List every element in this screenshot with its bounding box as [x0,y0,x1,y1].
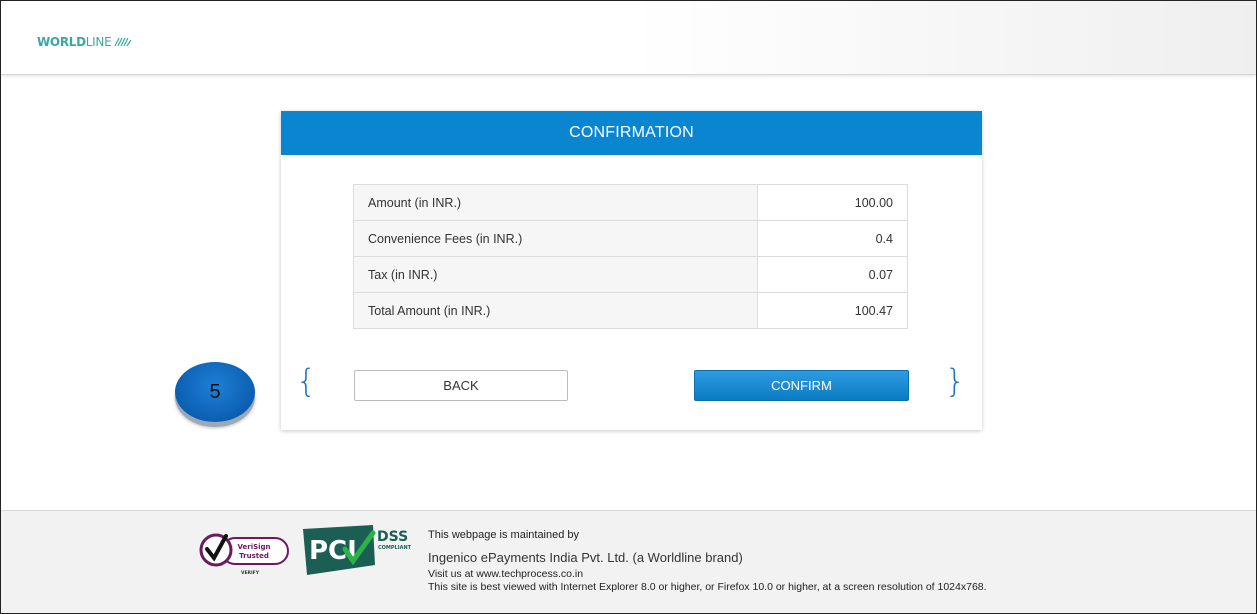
pci-dss-compliant-icon[interactable]: PCI DSS COMPLIANT [301,525,419,577]
back-button[interactable]: BACK [354,370,568,401]
worldline-wave-icon [114,37,132,47]
tax-label: Tax (in INR.) [353,256,758,293]
compliant-text: COMPLIANT [378,545,412,551]
total-amount-value: 100.47 [757,292,908,329]
left-brace-annotation: { [296,362,317,400]
right-brace-annotation: } [945,362,966,400]
amount-value: 100.00 [757,184,908,221]
verisign-line3: VERIFY [241,570,260,576]
footer-info: This webpage is maintained by Ingenico e… [428,527,987,594]
card-title: CONFIRMATION [281,111,982,155]
table-row: Amount (in INR.) 100.00 [353,184,908,221]
payment-summary-table: Amount (in INR.) 100.00 Convenience Fees… [353,184,908,329]
company-name: Ingenico ePayments India Pvt. Ltd. (a Wo… [428,550,743,565]
maintained-by-text: This webpage is maintained by [428,529,580,541]
table-row: Tax (in INR.) 0.07 [353,256,908,293]
table-row: Convenience Fees (in INR.) 0.4 [353,220,908,257]
browser-recommendation: This site is best viewed with Internet E… [428,581,987,593]
logo-light-text: LINE [85,35,112,49]
verisign-line2: Trusted [239,552,269,560]
amount-label: Amount (in INR.) [353,184,758,221]
convenience-fees-label: Convenience Fees (in INR.) [353,220,758,257]
verisign-line1: VeriSign [237,543,270,551]
step-number-badge: 5 [175,362,255,422]
worldline-logo[interactable]: WORLD LINE [37,35,132,49]
total-amount-label: Total Amount (in INR.) [353,292,758,329]
page-header: WORLD LINE [1,1,1256,75]
page-footer: VeriSign Trusted VERIFY PCI DSS COMPLIAN… [1,510,1256,614]
tax-value: 0.07 [757,256,908,293]
logo-bold-text: WORLD [37,35,86,49]
dss-text: DSS [377,529,408,545]
verisign-trusted-icon[interactable]: VeriSign Trusted VERIFY [196,528,292,580]
confirmation-card: CONFIRMATION Amount (in INR.) 100.00 Con… [281,111,982,430]
confirm-button[interactable]: CONFIRM [694,370,909,401]
pci-text: PCI [309,536,357,566]
convenience-fees-value: 0.4 [757,220,908,257]
visit-link[interactable]: Visit us at www.techprocess.co.in [428,568,987,581]
table-row: Total Amount (in INR.) 100.47 [353,292,908,329]
